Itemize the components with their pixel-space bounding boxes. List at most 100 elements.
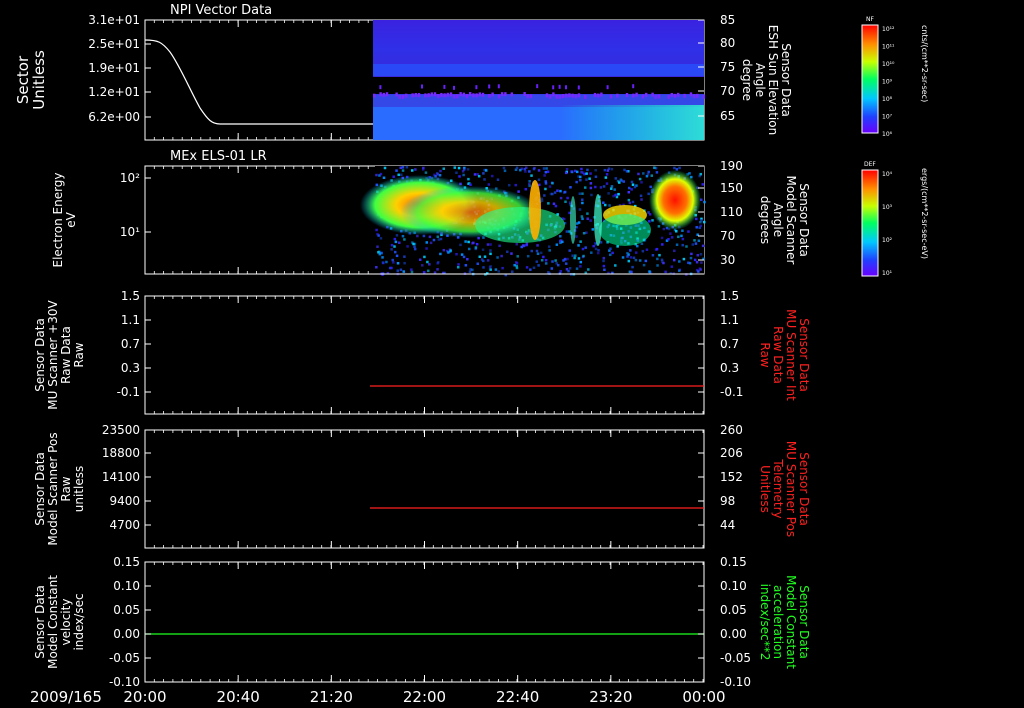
- noise-cell: [379, 237, 383, 240]
- noise-cell: [638, 177, 642, 181]
- noise-cell: [604, 176, 608, 179]
- noise-cell: [662, 227, 666, 231]
- noise-cell: [661, 243, 664, 246]
- noise-cell: [677, 235, 680, 239]
- speckle: [443, 84, 446, 89]
- nf-tick-label: 10¹²: [882, 26, 895, 33]
- noise-cell: [544, 182, 548, 185]
- noise-cell: [556, 189, 559, 192]
- noise-cell: [406, 245, 409, 248]
- right-tick-label: 44: [720, 518, 735, 532]
- noise-cell: [437, 238, 441, 241]
- noise-cell: [660, 258, 664, 262]
- speckle: [488, 93, 491, 98]
- right-tick-label: 152: [720, 470, 743, 484]
- noise-cell: [693, 239, 696, 242]
- speckle: [382, 92, 385, 97]
- noise-cell: [521, 244, 525, 247]
- speckle: [641, 94, 645, 99]
- noise-cell: [701, 183, 705, 186]
- noise-cell: [603, 168, 607, 172]
- noise-cell: [583, 186, 587, 189]
- time-tick-label: 22:40: [496, 688, 539, 706]
- noise-cell: [573, 256, 576, 260]
- noise-cell: [682, 257, 686, 261]
- noise-cell: [473, 173, 477, 176]
- left-tick-label: 0.3: [121, 361, 140, 375]
- left-tick-label: 9400: [109, 494, 140, 508]
- noise-cell: [413, 247, 417, 251]
- noise-cell: [586, 168, 589, 172]
- noise-cell: [526, 254, 530, 258]
- noise-cell: [620, 179, 623, 182]
- right-tick-label: 70: [720, 84, 735, 98]
- noise-cell: [487, 183, 491, 186]
- noise-cell: [377, 234, 380, 237]
- noise-cell: [581, 217, 584, 221]
- noise-cell: [474, 246, 478, 249]
- speckle: [398, 94, 401, 99]
- speckle: [552, 85, 555, 90]
- noise-cell: [594, 168, 597, 172]
- left-tick-label: 10¹: [120, 225, 140, 239]
- noise-cell: [381, 256, 384, 259]
- noise-cell: [577, 221, 581, 224]
- noise-cell: [403, 261, 406, 265]
- panel-5-right-label: Sensor DataModel Constantaccelerationind…: [758, 575, 811, 669]
- noise-cell: [627, 190, 631, 194]
- noise-cell: [614, 177, 618, 180]
- def-tick-label: 10⁴: [882, 171, 893, 178]
- speckle: [571, 93, 574, 98]
- noise-cell: [655, 171, 659, 174]
- noise-cell: [442, 248, 446, 252]
- noise-cell: [548, 185, 552, 188]
- right-tick-label: 75: [720, 60, 735, 74]
- noise-cell: [519, 168, 522, 172]
- noise-cell: [628, 201, 632, 205]
- speckle: [577, 85, 580, 90]
- speckle: [565, 93, 568, 98]
- noise-cell: [700, 261, 703, 264]
- panel-3-right-label: Sensor DataMU Scanner IntRaw DataRaw: [758, 309, 811, 401]
- noise-cell: [603, 268, 606, 272]
- noise-cell: [640, 198, 643, 201]
- noise-cell: [544, 187, 547, 191]
- noise-cell: [687, 230, 690, 233]
- noise-cell: [612, 194, 615, 198]
- speckle: [667, 94, 670, 99]
- time-tick-label: 20:00: [123, 688, 166, 706]
- noise-cell: [610, 187, 613, 190]
- speckle: [411, 93, 414, 98]
- speckle: [385, 92, 389, 97]
- noise-cell: [640, 242, 644, 245]
- noise-cell: [647, 170, 650, 174]
- noise-cell: [617, 192, 620, 196]
- noise-cell: [475, 242, 479, 246]
- speckle: [558, 94, 561, 99]
- noise-cell: [588, 177, 591, 180]
- noise-cell: [439, 237, 443, 241]
- noise-cell: [461, 170, 465, 173]
- speckle: [421, 84, 423, 89]
- noise-cell: [544, 262, 548, 265]
- noise-cell: [506, 250, 509, 254]
- noise-cell: [590, 251, 593, 254]
- noise-cell: [605, 173, 609, 176]
- noise-cell: [537, 264, 540, 267]
- noise-cell: [570, 170, 573, 173]
- right-tick-label: -0.1: [720, 385, 743, 399]
- noise-cell: [428, 263, 431, 266]
- right-tick-label: 190: [720, 159, 743, 173]
- speckle: [427, 93, 430, 98]
- noise-cell: [425, 241, 428, 244]
- noise-cell: [393, 237, 397, 241]
- noise-cell: [645, 248, 649, 251]
- noise-cell: [697, 270, 700, 273]
- noise-cell: [540, 258, 544, 262]
- speckle: [433, 92, 437, 97]
- noise-cell: [469, 268, 472, 271]
- noise-cell: [501, 266, 504, 270]
- noise-cell: [481, 248, 485, 251]
- noise-cell: [670, 265, 674, 268]
- noise-cell: [544, 258, 548, 262]
